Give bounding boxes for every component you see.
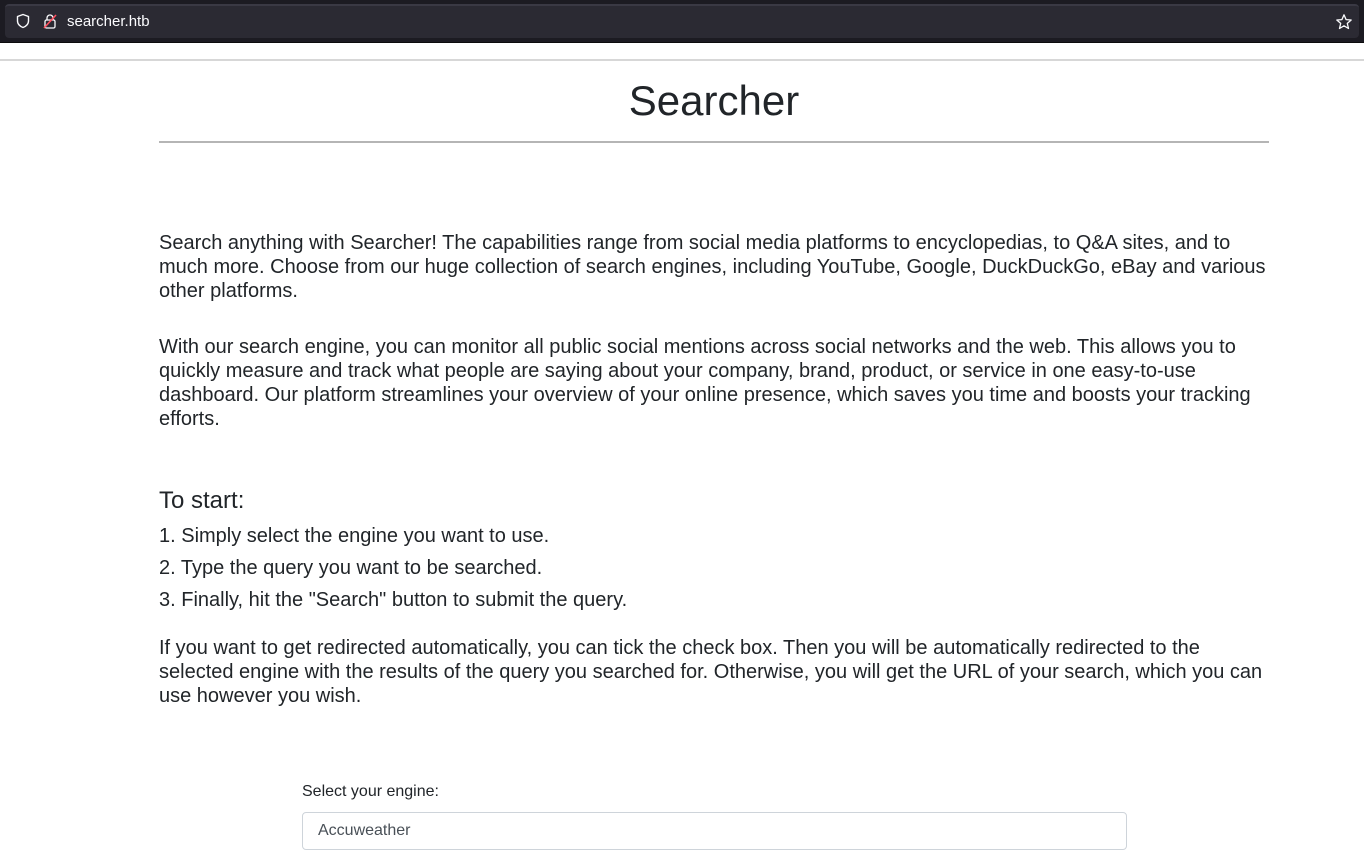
start-heading: To start:: [159, 487, 245, 514]
monitor-paragraph: With our search engine, you can monitor …: [159, 336, 1251, 430]
bookmark-star-icon[interactable]: [1335, 13, 1353, 31]
redirect-paragraph: If you want to get redirected automatica…: [159, 637, 1263, 707]
page-divider: [0, 59, 1364, 61]
step-item: 2. Type the query you want to be searche…: [159, 557, 543, 579]
url-text[interactable]: searcher.htb: [67, 13, 150, 31]
browser-toolbar: searcher.htb: [0, 0, 1364, 43]
url-bar[interactable]: searcher.htb: [5, 4, 1359, 38]
page-title: Searcher: [628, 77, 800, 124]
intro-paragraph: Search anything with Searcher! The capab…: [159, 232, 1266, 302]
engine-label: Select your engine:: [302, 783, 439, 800]
shield-icon[interactable]: [15, 13, 31, 29]
engine-select[interactable]: Accuweather: [302, 812, 1127, 850]
lock-icon[interactable]: [42, 13, 58, 29]
title-divider: [159, 141, 1269, 143]
step-item: 3. Finally, hit the "Search" button to s…: [159, 589, 628, 611]
step-item: 1. Simply select the engine you want to …: [159, 525, 550, 547]
